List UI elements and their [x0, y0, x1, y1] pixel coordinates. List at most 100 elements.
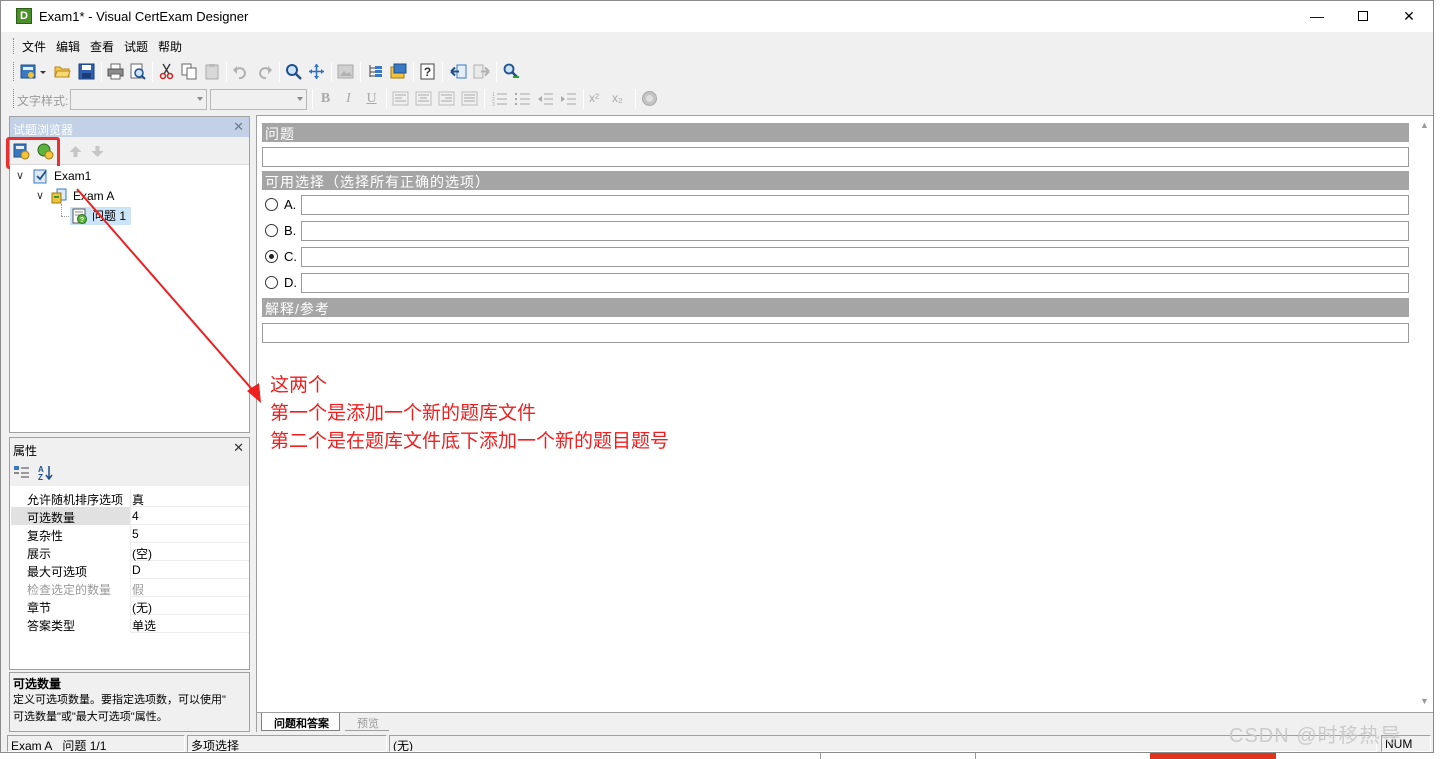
toolbar-separator: [583, 89, 584, 109]
question-header: 问题: [262, 123, 1409, 142]
bold-button[interactable]: B: [317, 90, 334, 107]
numbered-list-icon[interactable]: 1 2 3: [491, 90, 508, 107]
tree-view-icon[interactable]: [367, 63, 384, 80]
choice-label: C.: [284, 249, 297, 264]
align-left-icon[interactable]: [392, 90, 409, 107]
categorized-view-icon[interactable]: [13, 464, 30, 481]
help-icon[interactable]: ?: [419, 63, 436, 80]
choice-input[interactable]: [301, 247, 1409, 267]
superscript-button[interactable]: x²: [589, 90, 606, 107]
property-row[interactable]: 检查选定的数量假: [11, 579, 249, 597]
property-key: 检查选定的数量: [11, 579, 131, 597]
property-value[interactable]: D: [132, 563, 141, 577]
property-key: 展示: [11, 543, 131, 561]
section-icon: [51, 188, 67, 204]
redo-icon[interactable]: [256, 63, 273, 80]
find-icon[interactable]: [285, 63, 302, 80]
chevron-down-icon[interactable]: ∨: [35, 187, 45, 205]
tab-preview[interactable]: 预览: [345, 713, 389, 731]
close-window-button[interactable]: ✕: [1386, 1, 1432, 32]
property-value[interactable]: 假: [132, 581, 144, 598]
property-value[interactable]: 单选: [132, 617, 156, 634]
standard-toolbar: ?: [1, 58, 1433, 85]
export-icon[interactable]: [473, 63, 490, 80]
align-right-icon[interactable]: [438, 90, 455, 107]
outdent-icon[interactable]: [537, 90, 554, 107]
toolbar-separator: [101, 62, 102, 82]
move-up-icon[interactable]: [68, 144, 83, 159]
maximize-button[interactable]: [1340, 1, 1386, 32]
choice-input[interactable]: [301, 221, 1409, 241]
property-row[interactable]: 展示 (空): [11, 543, 249, 561]
close-pane-icon[interactable]: ✕: [233, 440, 244, 456]
annotation-line: 这两个: [270, 375, 328, 396]
justify-icon[interactable]: [461, 90, 478, 107]
property-row[interactable]: 最大可选项 D: [11, 561, 249, 579]
property-row[interactable]: 答案类型 单选: [11, 615, 249, 633]
move-down-icon[interactable]: [90, 144, 105, 159]
properties-icon[interactable]: [390, 63, 407, 80]
special-char-icon[interactable]: [641, 90, 658, 107]
align-center-icon[interactable]: [415, 90, 432, 107]
property-row[interactable]: 可选数量 4: [11, 507, 249, 525]
menu-view[interactable]: 查看: [90, 38, 114, 55]
print-icon[interactable]: [107, 63, 124, 80]
toolbar-separator: [635, 89, 636, 109]
explanation-header: 解释/参考: [262, 298, 1409, 317]
image-icon[interactable]: [337, 63, 354, 80]
sort-alpha-icon[interactable]: A Z: [37, 464, 54, 481]
property-value[interactable]: 4: [132, 509, 139, 523]
copy-icon[interactable]: [181, 63, 198, 80]
minimize-button[interactable]: —: [1294, 1, 1340, 32]
scroll-up-icon[interactable]: ▲: [1420, 120, 1429, 130]
property-row[interactable]: 复杂性 5: [11, 525, 249, 543]
property-row[interactable]: 允许随机排序选项真: [11, 489, 249, 507]
cut-icon[interactable]: [158, 63, 175, 80]
underline-button[interactable]: U: [363, 90, 380, 107]
indent-icon[interactable]: [560, 90, 577, 107]
subscript-button[interactable]: x₂: [612, 90, 629, 107]
property-value[interactable]: (空): [132, 545, 152, 562]
chevron-down-icon[interactable]: ∨: [15, 167, 25, 185]
property-row[interactable]: 章节 (无): [11, 597, 249, 615]
status-type: 多项选择: [187, 735, 387, 752]
app-window: D Exam1* - Visual CertExam Designer — ✕ …: [0, 0, 1434, 753]
vertical-scrollbar[interactable]: ▲ ▼: [1416, 116, 1433, 712]
save-icon[interactable]: [78, 63, 95, 80]
choice-input[interactable]: [301, 273, 1409, 293]
italic-button[interactable]: I: [340, 90, 357, 107]
menu-exam[interactable]: 试题: [124, 38, 148, 55]
explanation-input[interactable]: [262, 323, 1409, 343]
test-exam-icon[interactable]: [503, 63, 520, 80]
property-value[interactable]: 5: [132, 527, 139, 541]
toolbar-separator: [413, 62, 414, 82]
tab-question-answer[interactable]: 问题和答案: [261, 713, 340, 731]
title-bar: D Exam1* - Visual CertExam Designer — ✕: [1, 1, 1433, 32]
watermark: CSDN @时移热导: [1229, 725, 1402, 747]
menu-file[interactable]: 文件: [22, 38, 46, 55]
menu-edit[interactable]: 编辑: [56, 38, 80, 55]
text-style-combo[interactable]: [70, 89, 207, 110]
print-preview-icon[interactable]: [129, 63, 146, 80]
move-icon[interactable]: [308, 63, 325, 80]
bullet-list-icon[interactable]: [514, 90, 531, 107]
toolbar-separator: [386, 89, 387, 109]
background-page-strip: [0, 753, 1440, 759]
undo-icon[interactable]: [232, 63, 249, 80]
properties-toolbar: A Z: [10, 458, 249, 486]
import-icon[interactable]: [450, 63, 467, 80]
scroll-down-icon[interactable]: ▼: [1420, 696, 1429, 706]
property-value[interactable]: (无): [132, 599, 152, 616]
background-divider: [820, 753, 821, 759]
menu-help[interactable]: 帮助: [158, 38, 182, 55]
paste-icon[interactable]: [204, 63, 221, 80]
close-pane-icon[interactable]: ✕: [233, 119, 244, 135]
toolbar-separator: [442, 62, 443, 82]
property-value[interactable]: 真: [132, 491, 144, 508]
choice-label: B.: [284, 223, 297, 238]
open-icon[interactable]: [54, 63, 71, 80]
font-size-combo[interactable]: [210, 89, 307, 110]
choice-input[interactable]: [301, 195, 1409, 215]
question-input[interactable]: [262, 147, 1409, 167]
new-exam-icon[interactable]: [20, 63, 48, 80]
